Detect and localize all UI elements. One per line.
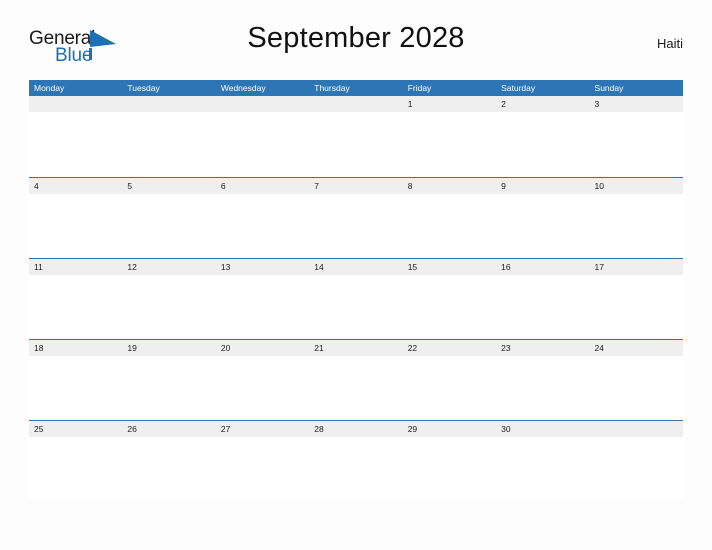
day-body[interactable] xyxy=(496,275,589,339)
week-date-band: 4 5 6 7 8 9 10 xyxy=(29,178,683,194)
day-body[interactable] xyxy=(496,356,589,420)
day-body[interactable] xyxy=(590,437,683,501)
calendar-page: General Blue September 2028 Haiti Monday… xyxy=(0,0,712,550)
day-body[interactable] xyxy=(496,194,589,258)
calendar-grid: Monday Tuesday Wednesday Thursday Friday… xyxy=(29,80,683,501)
day-cell-19[interactable]: 19 xyxy=(122,340,215,356)
day-body[interactable] xyxy=(403,356,496,420)
day-cell-8[interactable]: 8 xyxy=(403,178,496,194)
day-body[interactable] xyxy=(309,112,402,176)
day-body[interactable] xyxy=(29,194,122,258)
day-body[interactable] xyxy=(309,356,402,420)
weekday-header-tuesday: Tuesday xyxy=(127,83,160,93)
day-body[interactable] xyxy=(403,194,496,258)
day-cell-11[interactable]: 11 xyxy=(29,259,122,275)
weekday-header-saturday: Saturday xyxy=(501,83,536,93)
day-cell-17[interactable]: 17 xyxy=(590,259,683,275)
weekday-header-monday: Monday xyxy=(34,83,65,93)
day-cell-22[interactable]: 22 xyxy=(403,340,496,356)
day-cell-5[interactable]: 5 xyxy=(122,178,215,194)
day-cell-10[interactable]: 10 xyxy=(590,178,683,194)
week-body xyxy=(29,194,683,258)
day-body[interactable] xyxy=(309,194,402,258)
day-cell-25[interactable]: 25 xyxy=(29,421,122,437)
page-header: General Blue September 2028 Haiti xyxy=(29,22,683,70)
country-label: Haiti xyxy=(656,36,683,51)
week-row: 4 5 6 7 8 9 10 xyxy=(29,177,683,258)
day-body[interactable] xyxy=(496,437,589,501)
day-body[interactable] xyxy=(29,437,122,501)
day-cell-24[interactable]: 24 xyxy=(590,340,683,356)
day-body[interactable] xyxy=(403,112,496,176)
day-body[interactable] xyxy=(590,275,683,339)
day-body[interactable] xyxy=(29,275,122,339)
week-body xyxy=(29,437,683,501)
day-body[interactable] xyxy=(590,112,683,176)
day-cell-28[interactable]: 28 xyxy=(309,421,402,437)
day-body[interactable] xyxy=(403,275,496,339)
day-cell-empty[interactable] xyxy=(122,96,215,112)
day-body[interactable] xyxy=(122,112,215,176)
day-cell-18[interactable]: 18 xyxy=(29,340,122,356)
day-cell-empty[interactable] xyxy=(590,421,683,437)
day-body[interactable] xyxy=(216,437,309,501)
day-cell-12[interactable]: 12 xyxy=(122,259,215,275)
day-body[interactable] xyxy=(216,194,309,258)
day-body[interactable] xyxy=(590,356,683,420)
day-body[interactable] xyxy=(122,437,215,501)
week-date-band: 1 2 3 xyxy=(29,96,683,112)
weekday-header-thursday: Thursday xyxy=(314,83,350,93)
day-cell-16[interactable]: 16 xyxy=(496,259,589,275)
week-date-band: 11 12 13 14 15 16 17 xyxy=(29,259,683,275)
week-row: 11 12 13 14 15 16 17 xyxy=(29,258,683,339)
week-body xyxy=(29,356,683,420)
day-body[interactable] xyxy=(309,275,402,339)
weekday-header-sunday: Sunday xyxy=(594,83,624,93)
day-cell-1[interactable]: 1 xyxy=(403,96,496,112)
day-cell-21[interactable]: 21 xyxy=(309,340,402,356)
day-cell-empty[interactable] xyxy=(216,96,309,112)
day-body[interactable] xyxy=(590,194,683,258)
day-body[interactable] xyxy=(122,275,215,339)
day-body[interactable] xyxy=(403,437,496,501)
day-body[interactable] xyxy=(29,112,122,176)
day-body[interactable] xyxy=(122,194,215,258)
week-row: 25 26 27 28 29 30 xyxy=(29,420,683,501)
week-row: 18 19 20 21 22 23 24 xyxy=(29,339,683,420)
day-cell-14[interactable]: 14 xyxy=(309,259,402,275)
day-cell-empty[interactable] xyxy=(309,96,402,112)
day-body[interactable] xyxy=(216,275,309,339)
week-date-band: 18 19 20 21 22 23 24 xyxy=(29,340,683,356)
day-body[interactable] xyxy=(29,356,122,420)
day-cell-empty[interactable] xyxy=(29,96,122,112)
week-body xyxy=(29,112,683,176)
day-body[interactable] xyxy=(309,437,402,501)
day-body[interactable] xyxy=(216,356,309,420)
day-cell-29[interactable]: 29 xyxy=(403,421,496,437)
day-cell-2[interactable]: 2 xyxy=(496,96,589,112)
day-cell-9[interactable]: 9 xyxy=(496,178,589,194)
week-date-band: 25 26 27 28 29 30 xyxy=(29,421,683,437)
day-cell-26[interactable]: 26 xyxy=(122,421,215,437)
day-cell-3[interactable]: 3 xyxy=(590,96,683,112)
day-cell-27[interactable]: 27 xyxy=(216,421,309,437)
day-cell-6[interactable]: 6 xyxy=(216,178,309,194)
day-cell-4[interactable]: 4 xyxy=(29,178,122,194)
page-title: September 2028 xyxy=(247,22,465,54)
day-cell-15[interactable]: 15 xyxy=(403,259,496,275)
weekday-header-row: Monday Tuesday Wednesday Thursday Friday… xyxy=(29,80,683,96)
day-cell-23[interactable]: 23 xyxy=(496,340,589,356)
day-cell-7[interactable]: 7 xyxy=(309,178,402,194)
day-body[interactable] xyxy=(496,112,589,176)
day-cell-30[interactable]: 30 xyxy=(496,421,589,437)
week-body xyxy=(29,275,683,339)
day-cell-13[interactable]: 13 xyxy=(216,259,309,275)
day-cell-20[interactable]: 20 xyxy=(216,340,309,356)
day-body[interactable] xyxy=(122,356,215,420)
weekday-header-friday: Friday xyxy=(407,83,432,93)
week-row: 1 2 3 xyxy=(29,96,683,177)
day-body[interactable] xyxy=(216,112,309,176)
weekday-header-wednesday: Wednesday xyxy=(220,83,266,93)
